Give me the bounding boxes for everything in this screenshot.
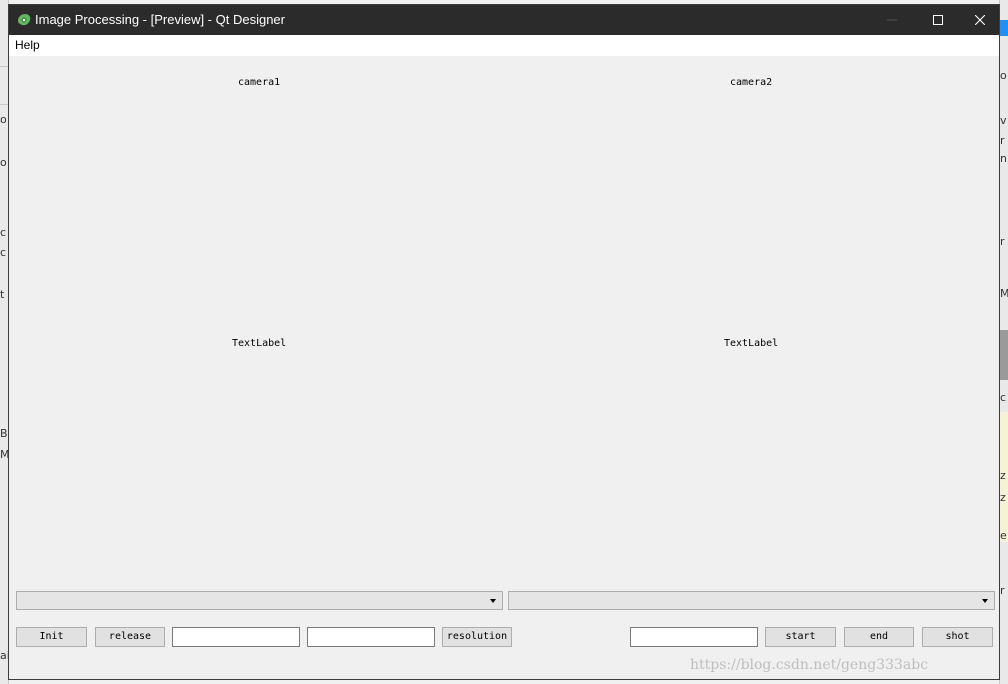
close-button[interactable] [961,5,999,35]
end-button[interactable]: end [844,627,914,647]
resolution-button[interactable]: resolution [442,627,512,647]
minimize-button[interactable] [869,5,915,35]
start-button[interactable]: start [765,627,836,647]
shot-button[interactable]: shot [922,627,993,647]
background-fragment: z [1000,470,1006,482]
qt-designer-icon [18,14,31,26]
background-fragment: M [0,449,8,461]
background-fragment: o [1000,70,1007,82]
background-fragment: o [0,157,7,169]
camera2-select[interactable] [508,591,995,610]
camera2-title: camera2 [730,77,773,88]
maximize-button[interactable] [915,5,961,35]
background-fragment: c [0,227,7,239]
background-fragment: ai [0,650,8,662]
background-divider [0,104,8,105]
parameter-input-3[interactable] [630,627,758,647]
minimize-icon [887,19,897,21]
preview-window: Image Processing - [Preview] - Qt Design… [8,4,1000,680]
parameter-input-2[interactable] [307,627,435,647]
background-panel [1000,330,1008,380]
background-fragment: n [1000,153,1007,165]
watermark: https://blog.csdn.net/geng333abc [690,657,929,673]
menu-bar: Help [9,35,999,56]
chevron-down-icon [490,599,496,603]
desktop: o o c c t B M ai o v r n r M c z z e r I… [0,0,1008,684]
camera1-select[interactable] [16,591,503,610]
title-bar[interactable]: Image Processing - [Preview] - Qt Design… [9,5,999,35]
menu-help[interactable]: Help [15,38,40,53]
close-icon [975,15,985,25]
background-accent [1000,20,1008,36]
background-fragment: B [0,428,8,440]
maximize-icon [933,15,943,25]
background-fragment: e [1000,530,1007,542]
init-button[interactable]: Init [16,627,87,647]
camera1-title: camera1 [238,77,281,88]
background-fragment: t [0,289,5,301]
main-content: camera1 TextLabel camera2 TextLabel Init… [9,56,999,679]
window-title: Image Processing - [Preview] - Qt Design… [35,12,285,27]
parameter-input-1[interactable] [172,627,300,647]
background-fragment: c [1000,392,1007,404]
background-fragment: v [1000,115,1007,127]
camera1-image-label: TextLabel [232,338,287,349]
background-fragment: r [1000,236,1005,248]
background-fragment: M [1000,288,1008,300]
background-fragment: o [0,114,7,126]
background-divider [0,66,8,67]
background-fragment: c [0,247,7,259]
background-fragment: r [1000,585,1005,597]
release-button[interactable]: release [95,627,165,647]
background-fragment: r [1000,135,1005,147]
background-fragment: z [1000,492,1006,504]
camera2-image-label: TextLabel [724,338,779,349]
chevron-down-icon [982,599,988,603]
